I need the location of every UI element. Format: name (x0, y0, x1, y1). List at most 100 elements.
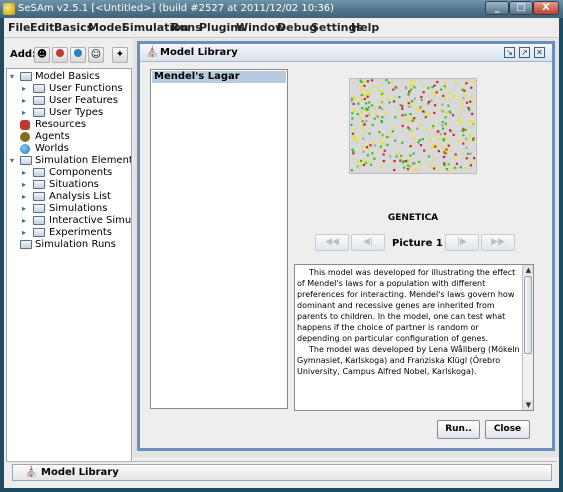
scroll-up-icon[interactable]: ▲ (523, 265, 533, 275)
minimize-button[interactable]: _ (485, 1, 509, 15)
agent-dot (447, 144, 450, 147)
last-picture-button[interactable]: ▶▶ (481, 234, 515, 251)
agent-dot (430, 91, 434, 94)
agent-dot (389, 155, 392, 158)
agent-dot (413, 86, 416, 89)
agent-dot (353, 98, 356, 101)
agent-dot (367, 148, 370, 151)
agent-dot (463, 94, 467, 97)
expand-handle-icon[interactable]: ▸ (22, 205, 28, 213)
menu-file[interactable]: File (8, 21, 31, 34)
taskbar-model-library[interactable]: ⛪ Model Library (12, 464, 552, 481)
agent-dot (432, 125, 435, 128)
add-agent-icon[interactable]: ☻ (34, 47, 50, 63)
agent-dot (360, 164, 363, 167)
agent-dot (360, 93, 363, 97)
agent-dot (363, 97, 366, 101)
agent-dot (387, 81, 390, 84)
agent-dot (373, 107, 376, 111)
window-titlebar: SeSAm v2.5.1 [<Untitled>] (build #2527 a… (0, 0, 563, 18)
agent-dot (388, 101, 391, 104)
agent-dot (429, 165, 432, 168)
agent-dot (352, 150, 355, 153)
agent-dot (388, 135, 391, 138)
agent-dot (380, 90, 383, 93)
expand-handle-icon[interactable]: ▸ (22, 217, 28, 225)
expand-handle-icon[interactable]: ▸ (22, 109, 28, 117)
run-figure-icon[interactable]: ✦ (112, 47, 128, 63)
collapse-handle-icon[interactable]: ▾ (10, 73, 16, 81)
maximize-button[interactable]: □ (509, 1, 533, 15)
agent-dot (462, 128, 465, 131)
agent-dot (451, 114, 455, 117)
agent-dot (433, 167, 436, 170)
agent-dot (426, 128, 429, 131)
agent-dot (382, 159, 385, 163)
agent-dot (420, 95, 423, 98)
menu-help[interactable]: Help (351, 21, 379, 34)
iconify-icon[interactable]: ↘ (504, 47, 515, 58)
agent-dot (443, 162, 446, 165)
library-icon: ⛪ (25, 467, 38, 478)
agent-dot (409, 112, 412, 116)
agent-dot (473, 80, 476, 83)
close-button[interactable]: Close (485, 420, 530, 439)
menu-runs[interactable]: Runs (171, 21, 202, 34)
agent-dot (404, 85, 407, 89)
agent-dot (465, 82, 468, 85)
agent-dot (419, 144, 423, 147)
maximize-dialog-icon[interactable]: ↗ (519, 47, 530, 58)
scroll-thumb[interactable] (524, 276, 532, 354)
agents-icon (20, 132, 30, 142)
add-world-icon[interactable] (70, 47, 86, 63)
agent-dot (443, 87, 446, 90)
model-description[interactable]: This model was developed for illustratin… (294, 264, 534, 411)
expand-handle-icon[interactable]: ▸ (22, 229, 28, 237)
agent-dot (421, 138, 424, 141)
expand-handle-icon[interactable]: ▸ (22, 193, 28, 201)
agent-dot (420, 163, 423, 166)
next-picture-button[interactable]: |▶ (445, 234, 479, 251)
agent-dot (366, 95, 369, 98)
agent-dot (464, 129, 467, 132)
close-window-button[interactable]: X (533, 1, 559, 15)
scroll-down-icon[interactable]: ▼ (523, 400, 533, 410)
menu-model[interactable]: Model (88, 21, 126, 34)
list-item[interactable]: Mendel's Lagar (152, 71, 286, 83)
add-group-icon[interactable]: ☺ (88, 47, 104, 63)
expand-handle-icon[interactable]: ▸ (22, 85, 28, 93)
agent-dot (385, 79, 388, 82)
collapse-handle-icon[interactable]: ▾ (10, 157, 16, 165)
first-picture-button[interactable]: ◀◀ (315, 234, 349, 251)
agent-dot (366, 80, 369, 83)
agent-dot (361, 111, 364, 114)
add-resource-icon[interactable] (52, 47, 68, 63)
agent-dot (422, 91, 425, 94)
agent-dot (392, 88, 395, 91)
model-preview-image (349, 78, 477, 174)
agent-dot (361, 120, 364, 123)
dialog-titlebar: ⛪ Model Library ↘ ↗ ✕ (140, 44, 552, 62)
agent-dot (425, 114, 428, 117)
agent-dot (393, 126, 396, 130)
app-icon (3, 3, 15, 15)
agent-dot (393, 159, 396, 163)
agent-dot (462, 134, 465, 137)
agent-dot (386, 143, 389, 146)
menu-edit[interactable]: Edit (30, 21, 54, 34)
agent-dot (449, 111, 452, 114)
previous-picture-button[interactable]: ◀| (351, 234, 385, 251)
description-scrollbar[interactable]: ▲ ▼ (522, 265, 533, 410)
agent-dot (442, 139, 445, 142)
expand-handle-icon[interactable]: ▸ (22, 181, 28, 189)
agent-dot (454, 153, 457, 156)
agent-dot (452, 133, 455, 136)
agent-dot (380, 83, 383, 86)
expand-handle-icon[interactable]: ▸ (22, 169, 28, 177)
expand-handle-icon[interactable]: ▸ (22, 97, 28, 105)
agent-dot (420, 105, 423, 108)
close-dialog-icon[interactable]: ✕ (534, 47, 545, 58)
agent-dot (360, 159, 363, 163)
agent-dot (378, 106, 381, 109)
run-button[interactable]: Run.. (437, 420, 480, 439)
